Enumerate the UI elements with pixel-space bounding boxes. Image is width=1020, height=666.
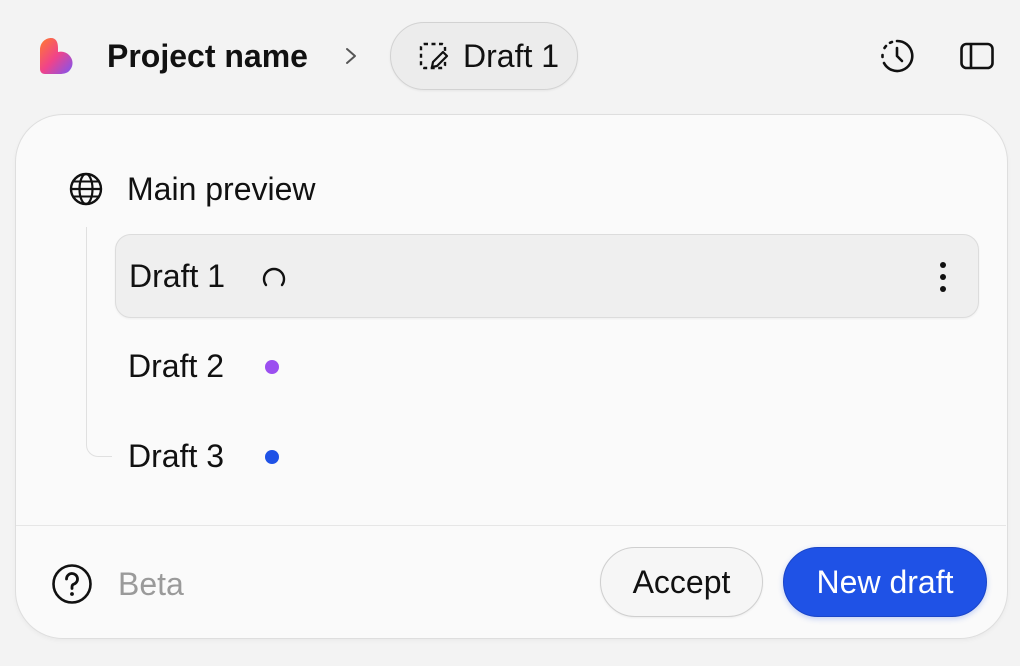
more-options-icon[interactable] [928,259,958,295]
beta-label: Beta [118,566,184,602]
status-dot [265,360,279,374]
draft-item-1[interactable]: Draft 1 [115,234,979,318]
tree-connector [86,227,112,457]
history-icon[interactable] [879,38,915,74]
draft-label: Draft 1 [129,258,226,294]
status-dot [265,450,279,464]
globe-icon [69,172,103,206]
current-draft-button[interactable]: Draft 1 [390,22,578,90]
current-draft-label: Draft 1 [463,38,560,74]
accept-button[interactable]: Accept [600,547,763,617]
draft-item-2[interactable]: Draft 2 [115,325,979,409]
question-circle-icon[interactable] [51,563,93,605]
project-name[interactable]: Project name [107,37,308,75]
sidebar-toggle-icon[interactable] [959,38,995,74]
draft-edit-icon [419,42,449,70]
app-logo-icon[interactable] [36,36,76,76]
draft-label: Draft 3 [128,438,225,474]
draft-label: Draft 2 [128,348,225,384]
main-preview-label: Main preview [127,171,316,207]
top-bar: Project name Draft 1 [0,0,1020,112]
chevron-right-icon [346,48,356,64]
draft-item-3[interactable]: Draft 3 [115,415,979,499]
drafts-panel: Main preview Draft 1 Draft 2 Draft 3 Bet… [15,114,1008,639]
new-draft-button[interactable]: New draft [783,547,987,617]
loading-spinner-icon [262,267,286,287]
footer-divider [16,525,1006,526]
